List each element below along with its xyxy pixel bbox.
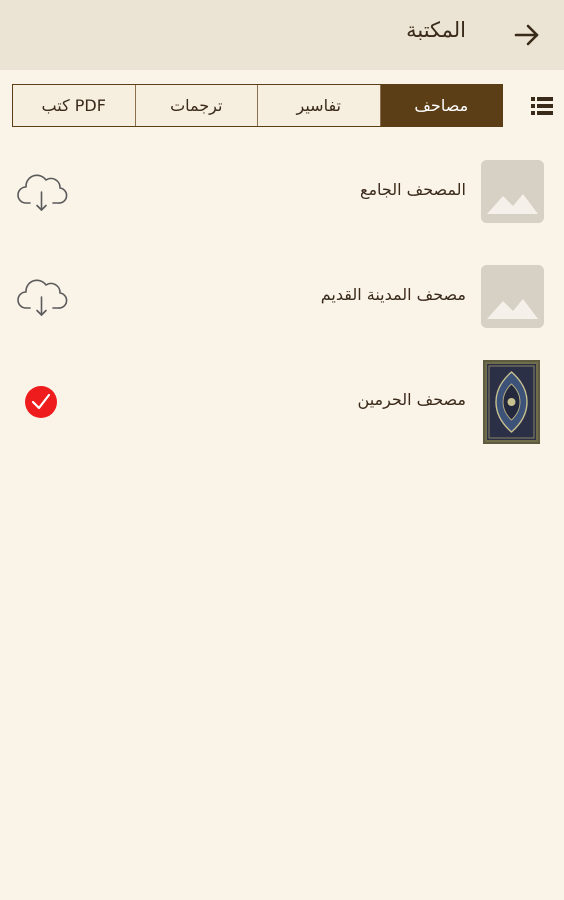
tabs-row: كتب PDF ترجمات تفاسير مصاحف <box>0 84 564 130</box>
tab-label: كتب PDF <box>41 96 106 115</box>
tab-mushafs[interactable]: مصاحف <box>380 85 502 126</box>
list-icon[interactable] <box>530 94 554 118</box>
cloud-download-icon[interactable] <box>16 275 68 319</box>
tab-pdf-books[interactable]: كتب PDF <box>13 85 136 126</box>
tab-label: مصاحف <box>414 96 469 115</box>
mushaf-list: المصحف الجامع مصحف المدينة القديم مصحف ا… <box>0 150 564 465</box>
tab-label: تفاسير <box>296 96 341 115</box>
tab-tafsir[interactable]: تفاسير <box>258 85 381 126</box>
placeholder-image-icon <box>481 160 544 223</box>
tab-label: ترجمات <box>170 96 223 115</box>
app-header: المكتبة <box>0 0 564 70</box>
page-title: المكتبة <box>406 18 466 42</box>
cloud-download-icon[interactable] <box>16 170 68 214</box>
placeholder-image-icon <box>481 265 544 328</box>
category-tabs: كتب PDF ترجمات تفاسير مصاحف <box>12 84 503 127</box>
item-title: مصحف المدينة القديم <box>320 285 466 304</box>
tab-translations[interactable]: ترجمات <box>136 85 258 126</box>
checkmark-icon[interactable] <box>16 380 68 424</box>
item-title: مصحف الحرمين <box>357 390 466 409</box>
item-title: المصحف الجامع <box>359 180 466 199</box>
mushaf-cover-image <box>483 360 540 444</box>
list-item[interactable]: مصحف الحرمين <box>0 360 564 465</box>
arrow-right-icon[interactable] <box>512 20 542 50</box>
list-item[interactable]: مصحف المدينة القديم <box>0 255 564 360</box>
list-item[interactable]: المصحف الجامع <box>0 150 564 255</box>
